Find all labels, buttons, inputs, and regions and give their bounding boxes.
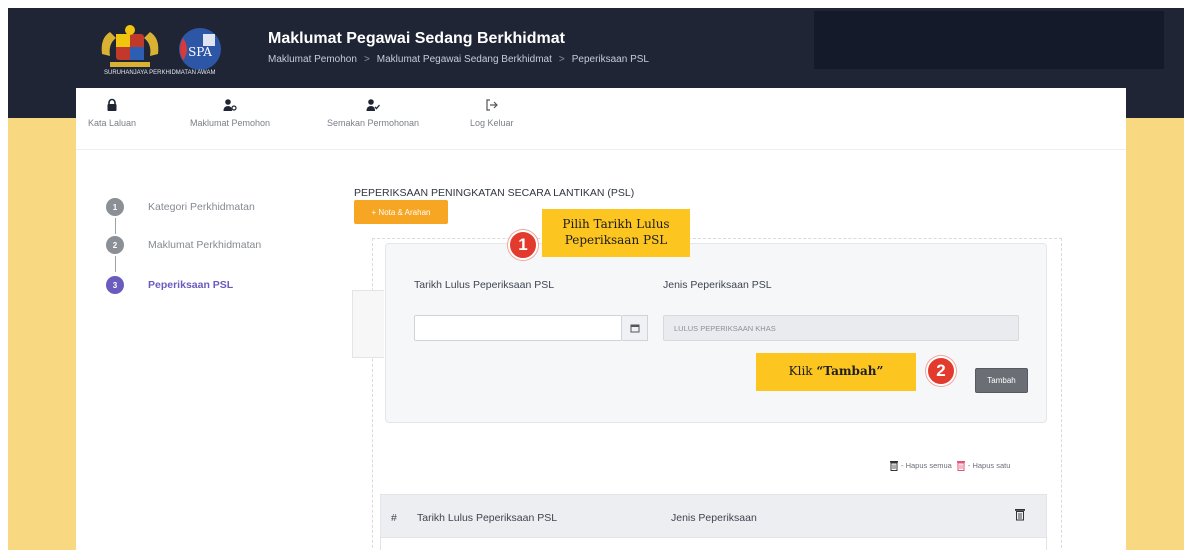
step-number: 1 (106, 198, 124, 216)
delete-all-icon[interactable] (1014, 508, 1026, 521)
breadcrumb-separator: > (558, 54, 565, 65)
badge-step2: 2 (926, 356, 956, 386)
step-number: 3 (106, 276, 124, 294)
type-field-label: Jenis Peperiksaan PSL (663, 279, 772, 291)
nav-item-log-keluar[interactable]: Log Keluar (470, 98, 514, 128)
logout-icon (486, 99, 498, 111)
nota-arahan-button[interactable]: + Nota & Arahan (354, 200, 448, 224)
column-type: Jenis Peperiksaan (671, 512, 757, 524)
top-nav: Kata Laluan Maklumat Pemohon Semakan Per… (76, 88, 1126, 150)
breadcrumb-item-pegawai[interactable]: Maklumat Pegawai Sedang Berkhidmat (377, 54, 552, 65)
callout-step2-bold: “Tambah” (816, 364, 884, 379)
header-dark-panel (814, 11, 1164, 69)
step-label: Peperiksaan PSL (148, 279, 234, 291)
nav-label: Semakan Permohonan (327, 118, 420, 128)
exam-type-field: LULUS PEPERIKSAAN KHAS (663, 315, 1019, 341)
psl-table: # Tarikh Lulus Peperiksaan PSL Jenis Pep… (380, 494, 1047, 550)
callout-step2-prefix: Klik (788, 364, 817, 379)
delete-all-label: - Hapus semua (901, 461, 952, 470)
main-card: Kata Laluan Maklumat Pemohon Semakan Per… (76, 88, 1126, 550)
svg-text:SPA: SPA (188, 45, 212, 59)
table-header: # Tarikh Lulus Peperiksaan PSL Jenis Pep… (380, 494, 1047, 538)
coat-of-arms-logo (101, 25, 159, 67)
nav-item-semakan-permohonan[interactable]: Semakan Permohonan (327, 98, 419, 128)
callout-step1-line1: Pilih Tarikh Lulus (562, 217, 670, 232)
step-label: Maklumat Perkhidmatan (148, 239, 262, 251)
step-kategori-perkhidmatan[interactable]: 1 Kategori Perkhidmatan (106, 198, 255, 216)
breadcrumb-separator: > (363, 54, 370, 65)
nav-label: Maklumat Pemohon (190, 118, 271, 128)
column-date: Tarikh Lulus Peperiksaan PSL (417, 512, 558, 524)
logo-caption: SURUHANJAYA PERKHIDMATAN AWAM (104, 70, 216, 76)
nav-item-kata-laluan[interactable]: Kata Laluan (88, 98, 136, 128)
nav-label: Kata Laluan (88, 118, 137, 128)
step-connector (114, 256, 116, 272)
column-number: # (391, 512, 397, 524)
breadcrumb: Maklumat Pemohon > Maklumat Pegawai Seda… (268, 54, 649, 65)
lock-icon (107, 98, 117, 111)
app-frame: SPA SURUHANJAYA PERKHIDMATAN AWAM Maklum… (8, 8, 1184, 550)
psl-form-panel: Tarikh Lulus Peperiksaan PSL Jenis Peper… (385, 243, 1047, 423)
spa-logo: SPA (179, 28, 221, 70)
step-connector (114, 218, 116, 234)
step-label: Kategori Perkhidmatan (148, 201, 255, 213)
callout-step2: Klik “Tambah” (756, 353, 916, 391)
badge-step1: 1 (508, 230, 538, 260)
section-title: PEPERIKSAAN PENINGKATAN SECARA LANTIKAN … (354, 187, 635, 199)
callout-step1: Pilih Tarikh Lulus Peperiksaan PSL (542, 209, 690, 257)
nav-label: Log Keluar (470, 118, 514, 128)
delete-legend: - Hapus semua - Hapus satu (889, 460, 1010, 471)
user-check-icon (366, 99, 381, 111)
nav-item-maklumat-pemohon[interactable]: Maklumat Pemohon (190, 98, 270, 128)
trash-one-icon (956, 461, 965, 471)
date-field-label: Tarikh Lulus Peperiksaan PSL (414, 279, 555, 291)
step-maklumat-perkhidmatan[interactable]: 2 Maklumat Perkhidmatan (106, 236, 261, 254)
side-tab (352, 290, 384, 358)
breadcrumb-item-psl: Peperiksaan PSL (571, 54, 649, 65)
table-row (380, 538, 1047, 550)
delete-one-label: - Hapus satu (967, 461, 1011, 470)
breadcrumb-item-pemohon[interactable]: Maklumat Pemohon (268, 54, 357, 65)
callout-step1-line2: Peperiksaan PSL (564, 233, 668, 247)
trash-all-icon (890, 461, 898, 471)
step-number: 2 (106, 236, 124, 254)
calendar-button[interactable] (622, 315, 648, 341)
user-settings-icon (223, 99, 237, 111)
calendar-icon (630, 324, 639, 333)
tambah-button[interactable]: Tambah (975, 368, 1028, 393)
page-title: Maklumat Pegawai Sedang Berkhidmat (268, 30, 565, 47)
date-input[interactable] (414, 315, 622, 341)
step-peperiksaan-psl[interactable]: 3 Peperiksaan PSL (106, 276, 233, 294)
